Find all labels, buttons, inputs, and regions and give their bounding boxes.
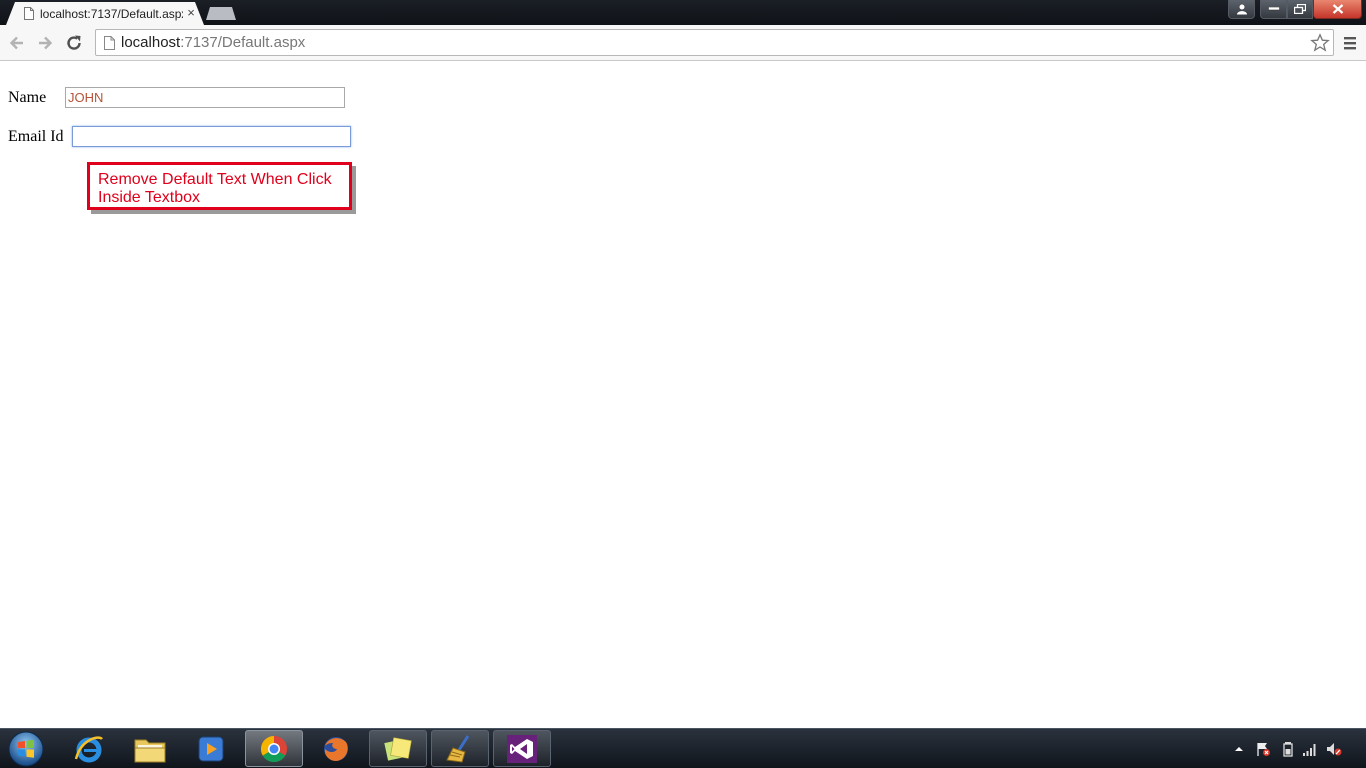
browser-tab[interactable]: localhost:7137/Default.aspx × [6,2,204,25]
show-hidden-icons-arrow-icon[interactable] [1231,741,1247,757]
menu-icon[interactable] [1342,33,1358,53]
name-input[interactable] [65,87,345,108]
chrome-icon [260,735,287,762]
new-tab-button[interactable] [206,7,236,20]
user-icon [1236,4,1247,15]
taskbar-internet-explorer[interactable] [60,730,118,767]
minimize-button[interactable] [1260,0,1287,19]
tab-close-icon[interactable]: × [184,6,198,20]
broom-icon [446,734,470,763]
tab-title: localhost:7137/Default.aspx [40,7,183,21]
action-center-flag-icon[interactable] [1255,741,1271,757]
restore-button[interactable] [1287,0,1313,19]
browser-toolbar: localhost:7137/Default.aspx [0,25,1366,61]
media-player-icon [198,736,224,761]
taskbar-media-player[interactable] [182,730,240,767]
name-label: Name [8,89,47,106]
reload-icon[interactable] [64,33,84,53]
user-profile-button[interactable] [1228,0,1255,19]
internet-explorer-icon [74,735,103,762]
page-icon [24,7,34,20]
callout-note: Remove Default Text When Click Inside Te… [87,162,352,210]
restore-icon [1294,4,1306,14]
address-bar[interactable]: localhost:7137/Default.aspx [95,29,1334,56]
taskbar-chrome[interactable] [245,730,303,767]
windows-taskbar [0,728,1366,768]
email-input[interactable] [72,126,351,147]
network-signal-icon[interactable] [1302,741,1318,757]
page-content: Name Email Id Remove Default Text When C… [0,62,1366,728]
page-icon [104,36,115,50]
battery-icon[interactable] [1280,741,1296,757]
minimize-icon [1268,7,1279,11]
taskbar-firefox[interactable] [307,730,365,767]
close-window-button[interactable] [1313,0,1362,19]
url-text[interactable]: localhost:7137/Default.aspx [121,35,305,51]
windows-start-icon[interactable] [6,730,46,768]
visual-studio-icon [507,734,537,763]
taskbar-windows-explorer[interactable] [121,730,179,767]
folder-icon [134,739,166,762]
volume-muted-icon[interactable] [1326,741,1342,757]
taskbar-ccleaner[interactable] [431,730,489,767]
taskbar-visual-studio[interactable] [493,730,551,767]
url-path: :7137/Default.aspx [180,34,306,51]
sticky-notes-icon [384,736,412,761]
firefox-icon [324,736,348,761]
back-arrow-icon[interactable] [7,33,27,53]
forward-arrow-icon[interactable] [35,33,55,53]
taskbar-sticky-notes[interactable] [369,730,427,767]
bookmark-star-icon[interactable] [1310,33,1330,53]
email-label: Email Id [8,128,64,145]
url-host: localhost [121,34,181,51]
close-icon [1332,4,1343,14]
window-titlebar: localhost:7137/Default.aspx × [0,0,1366,25]
